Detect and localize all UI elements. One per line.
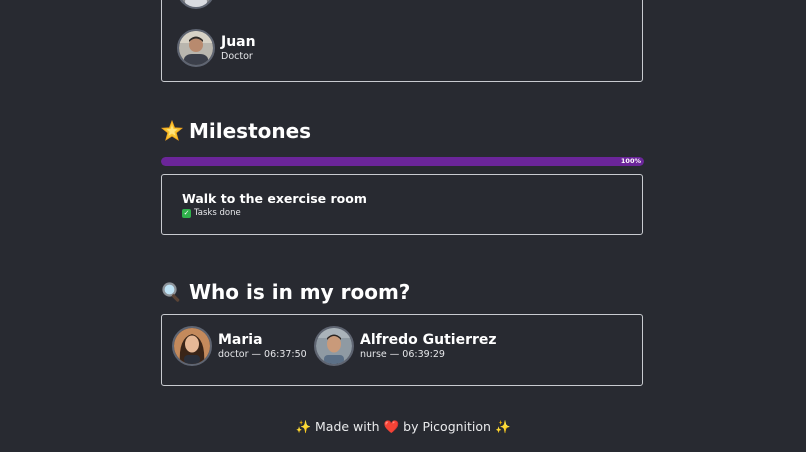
room-person-name: Alfredo Gutierrez	[360, 331, 497, 348]
check-box-icon: ✓	[182, 208, 191, 218]
milestone-card[interactable]: Walk to the exercise room ✓ Tasks done	[161, 174, 643, 235]
room-person-name: Maria	[218, 331, 263, 348]
avatar	[172, 326, 212, 366]
footer-suffix: by Picognition	[403, 419, 491, 434]
milestones-heading: Milestones	[160, 119, 312, 143]
room-title: Who is in my room?	[189, 280, 411, 304]
milestones-progress-label: 100%	[620, 157, 641, 165]
avatar	[177, 0, 215, 9]
room-person-alfredo[interactable]: Alfredo Gutierrez nurse — 06:39:29	[314, 326, 497, 366]
milestone-status: ✓ Tasks done	[182, 208, 241, 218]
room-heading: Who is in my room?	[161, 280, 410, 304]
milestones-progress-fill: 100%	[161, 157, 644, 166]
avatar	[314, 326, 354, 366]
care-team-name: Juan	[221, 33, 256, 50]
footer-prefix: Made with	[315, 419, 380, 434]
care-team-member-juan[interactable]: Juan Doctor	[177, 29, 256, 67]
page: Nurse Juan Doctor	[0, 0, 806, 452]
room-person-maria[interactable]: Maria doctor — 06:37:50	[172, 326, 307, 366]
care-team-card: Nurse Juan Doctor	[161, 0, 643, 82]
magnifying-glass-icon	[161, 281, 183, 303]
heart-icon: ❤️	[383, 419, 400, 434]
avatar	[177, 29, 215, 67]
room-person-detail: doctor — 06:37:50	[218, 348, 307, 360]
footer: ✨ Made with ❤️ by Picognition ✨	[0, 418, 806, 436]
sparkles-icon: ✨	[295, 419, 312, 434]
care-team-member-nurse[interactable]: Nurse	[177, 0, 249, 9]
milestone-status-text: Tasks done	[194, 208, 241, 218]
milestone-title: Walk to the exercise room	[182, 191, 367, 206]
milestones-progress-bar: 100%	[161, 157, 644, 166]
care-team-role: Nurse	[221, 0, 249, 3]
room-person-detail: nurse — 06:39:29	[360, 348, 445, 360]
sparkles-icon: ✨	[494, 419, 511, 434]
glowing-star-icon	[160, 119, 184, 142]
milestones-title: Milestones	[189, 119, 312, 143]
room-card: Maria doctor — 06:37:50 Alfredo Gutierre…	[161, 314, 643, 386]
care-team-role: Doctor	[221, 50, 253, 62]
